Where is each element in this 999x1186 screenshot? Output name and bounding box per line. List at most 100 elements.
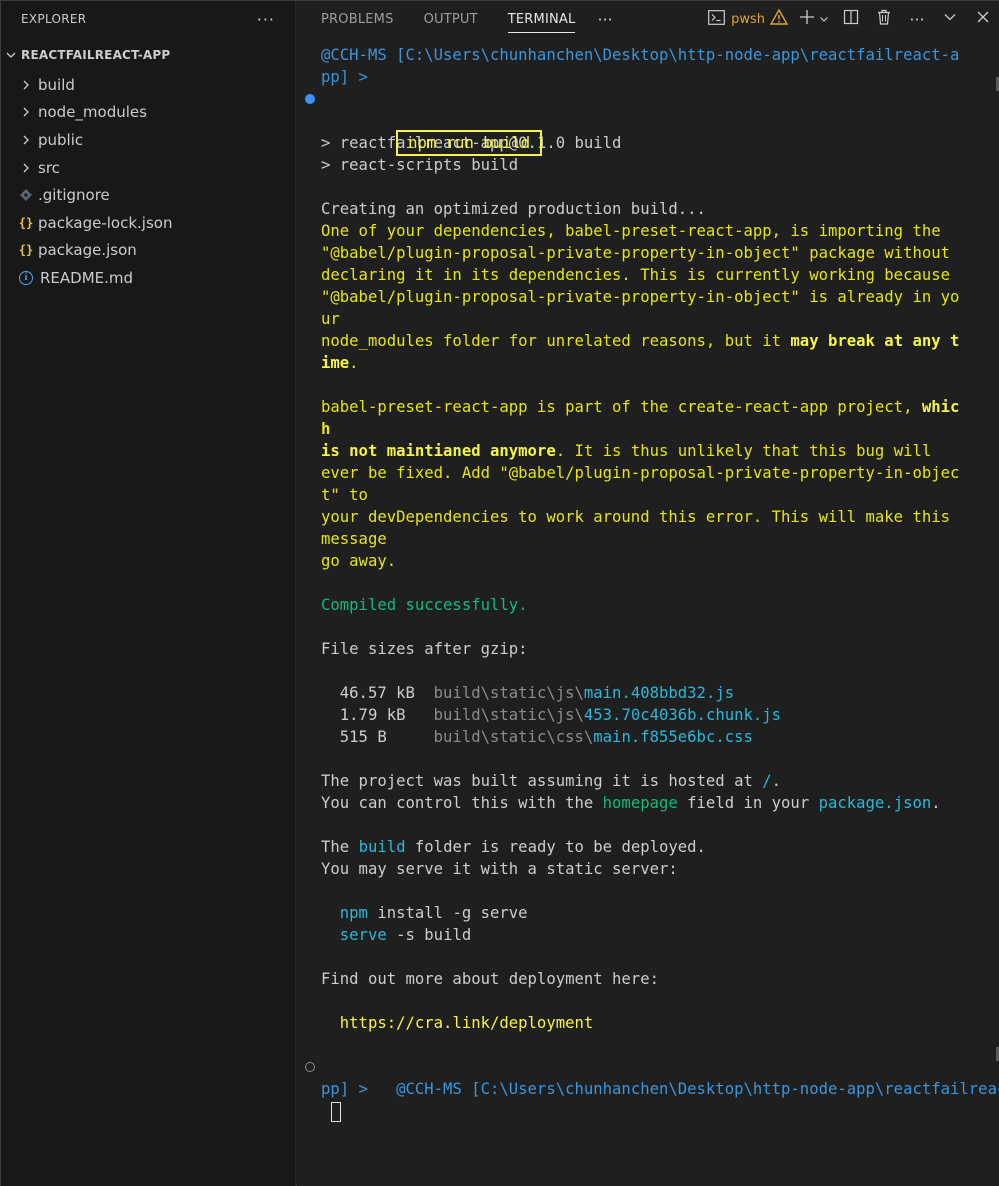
warning-line: ur: [321, 310, 340, 328]
maximize-panel-button[interactable]: [939, 7, 961, 31]
terminal-shell-label: pwsh: [731, 11, 765, 27]
warning-emphasis: may break at any t: [790, 332, 960, 350]
prompt-line: pp] >: [321, 68, 368, 86]
file-name[interactable]: main.408bbd32.js: [584, 684, 734, 702]
file-size: 515 B: [339, 728, 415, 746]
warning-line: One of your dependencies, babel-preset-r…: [321, 222, 941, 240]
plus-icon: [799, 9, 815, 29]
warning-line: t" to: [321, 486, 368, 504]
chevron-down-icon: [819, 10, 829, 28]
explorer-sidebar: EXPLORER ··· REACTFAILREACT-APP build no…: [1, 1, 296, 1186]
output-line: serve -s build: [321, 924, 986, 946]
output-line: File sizes after gzip:: [321, 640, 528, 658]
split-icon: [843, 9, 859, 29]
highlight-text: homepage: [602, 794, 678, 812]
file-tree: build node_modules public src .gitignore…: [1, 71, 295, 292]
warning-line: ime.: [321, 352, 986, 374]
new-terminal-button[interactable]: [799, 7, 829, 31]
warning-icon: [769, 8, 789, 29]
json-icon: {}: [18, 243, 34, 258]
chevron-right-icon: [17, 103, 35, 121]
git-icon: [17, 186, 35, 204]
tab-problems[interactable]: PROBLEMS: [321, 1, 394, 37]
output-text: field in your: [677, 794, 819, 812]
file-name[interactable]: 453.70c4036b.chunk.js: [584, 706, 781, 724]
file-size-row: 1.79 kB build\static\js\453.70c4036b.chu…: [321, 704, 986, 726]
tree-item-label: README.md: [40, 268, 134, 287]
kill-terminal-button[interactable]: [873, 7, 895, 31]
output-text: .: [931, 794, 941, 812]
output-line: You may serve it with a static server:: [321, 860, 678, 878]
close-panel-button[interactable]: [972, 7, 994, 31]
success-line: Compiled successfully.: [321, 596, 528, 614]
prompt-text: @CCH-MS [C:\Users\chunhanchen\Desktop\ht…: [396, 1080, 999, 1098]
command-decoration-icon[interactable]: [305, 1062, 315, 1072]
tree-item-gitignore[interactable]: .gitignore: [1, 181, 295, 209]
terminal-panel: PROBLEMS OUTPUT TERMINAL ··· pwsh ··· @C…: [297, 1, 999, 1186]
tree-item-label: .gitignore: [38, 186, 110, 205]
tab-terminal[interactable]: TERMINAL: [507, 1, 576, 37]
warning-line: go away.: [321, 552, 397, 570]
warning-line: your devDependencies to work around this…: [321, 508, 951, 526]
deployment-link[interactable]: https://cra.link/deployment: [340, 1014, 593, 1032]
file-size-row: 515 B build\static\css\main.f855e6bc.css: [321, 726, 986, 748]
highlight-text: /: [762, 772, 772, 790]
terminal-output[interactable]: @CCH-MS [C:\Users\chunhanchen\Desktop\ht…: [305, 44, 999, 1122]
chevron-right-icon: [17, 76, 35, 94]
file-size-row: 46.57 kB build\static\js\main.408bbd32.j…: [321, 682, 986, 704]
warning-emphasis: whic: [921, 398, 960, 416]
warning-text: . It is thus unlikely that this bug will: [555, 442, 932, 460]
window: EXPLORER ··· REACTFAILREACT-APP build no…: [0, 0, 999, 1186]
terminal-instance-pwsh[interactable]: pwsh: [708, 7, 789, 31]
highlight-text: npm: [339, 904, 368, 922]
tree-item-readme[interactable]: i README.md: [1, 264, 295, 292]
file-dir: build\static\js\: [433, 684, 584, 702]
tab-output[interactable]: OUTPUT: [424, 1, 478, 37]
terminal-icon: [708, 9, 725, 29]
tree-item-package-json[interactable]: {} package.json: [1, 237, 295, 265]
tree-item-src[interactable]: src: [1, 154, 295, 182]
highlight-text: package.json: [818, 794, 932, 812]
panel-tabbar: PROBLEMS OUTPUT TERMINAL ··· pwsh ···: [297, 1, 999, 37]
json-icon: {}: [18, 215, 34, 230]
file-name[interactable]: main.f855e6bc.css: [593, 728, 753, 746]
warning-text: node_modules folder for unrelated reason…: [321, 332, 791, 350]
output-line: Creating an optimized production build..…: [321, 200, 706, 218]
warning-line: declaring it in its dependencies. This i…: [321, 266, 951, 284]
more-tabs-icon[interactable]: ···: [597, 10, 612, 29]
highlighted-command: npm run build: [396, 130, 543, 156]
command-success-decoration-icon[interactable]: [305, 94, 315, 104]
tree-item-label: build: [38, 75, 75, 94]
warning-text: .: [349, 354, 359, 372]
output-text: The: [321, 838, 359, 856]
warning-emphasis: is not maintianed anymore: [321, 442, 556, 460]
file-dir: build\static\css\: [433, 728, 594, 746]
explorer-more-actions-icon[interactable]: ···: [257, 10, 275, 29]
warning-line: node_modules folder for unrelated reason…: [321, 330, 986, 352]
tree-item-public[interactable]: public: [1, 126, 295, 154]
workspace-folder[interactable]: REACTFAILREACT-APP: [1, 43, 295, 67]
workspace-folder-name: REACTFAILREACT-APP: [21, 48, 171, 62]
warning-line: message: [321, 530, 387, 548]
more-actions-icon[interactable]: ···: [906, 7, 928, 31]
output-text: .: [771, 772, 782, 790]
tree-item-label: node_modules: [38, 103, 147, 122]
output-line: > react-scripts build: [321, 156, 519, 174]
tree-item-node-modules[interactable]: node_modules: [1, 99, 295, 127]
explorer-title: EXPLORER: [21, 12, 87, 26]
warning-line: ever be fixed. Add "@babel/plugin-propos…: [321, 464, 960, 482]
highlight-text: serve: [339, 926, 387, 944]
tree-item-package-lock-json[interactable]: {} package-lock.json: [1, 209, 295, 237]
warning-emphasis: ime: [321, 354, 350, 372]
split-terminal-button[interactable]: [840, 7, 862, 31]
input-line[interactable]: [321, 1100, 986, 1122]
warning-line: is not maintianed anymore. It is thus un…: [321, 440, 986, 462]
command-text: npm run build: [408, 134, 531, 152]
explorer-header: EXPLORER ···: [1, 1, 295, 37]
prompt-line: @CCH-MS [C:\Users\chunhanchen\Desktop\ht…: [305, 1056, 999, 1098]
warning-line: h: [321, 420, 331, 438]
output-text: -s build: [386, 926, 472, 944]
tree-item-label: src: [38, 158, 60, 177]
warning-line: "@babel/plugin-proposal-private-property…: [321, 244, 951, 262]
tree-item-build[interactable]: build: [1, 71, 295, 99]
